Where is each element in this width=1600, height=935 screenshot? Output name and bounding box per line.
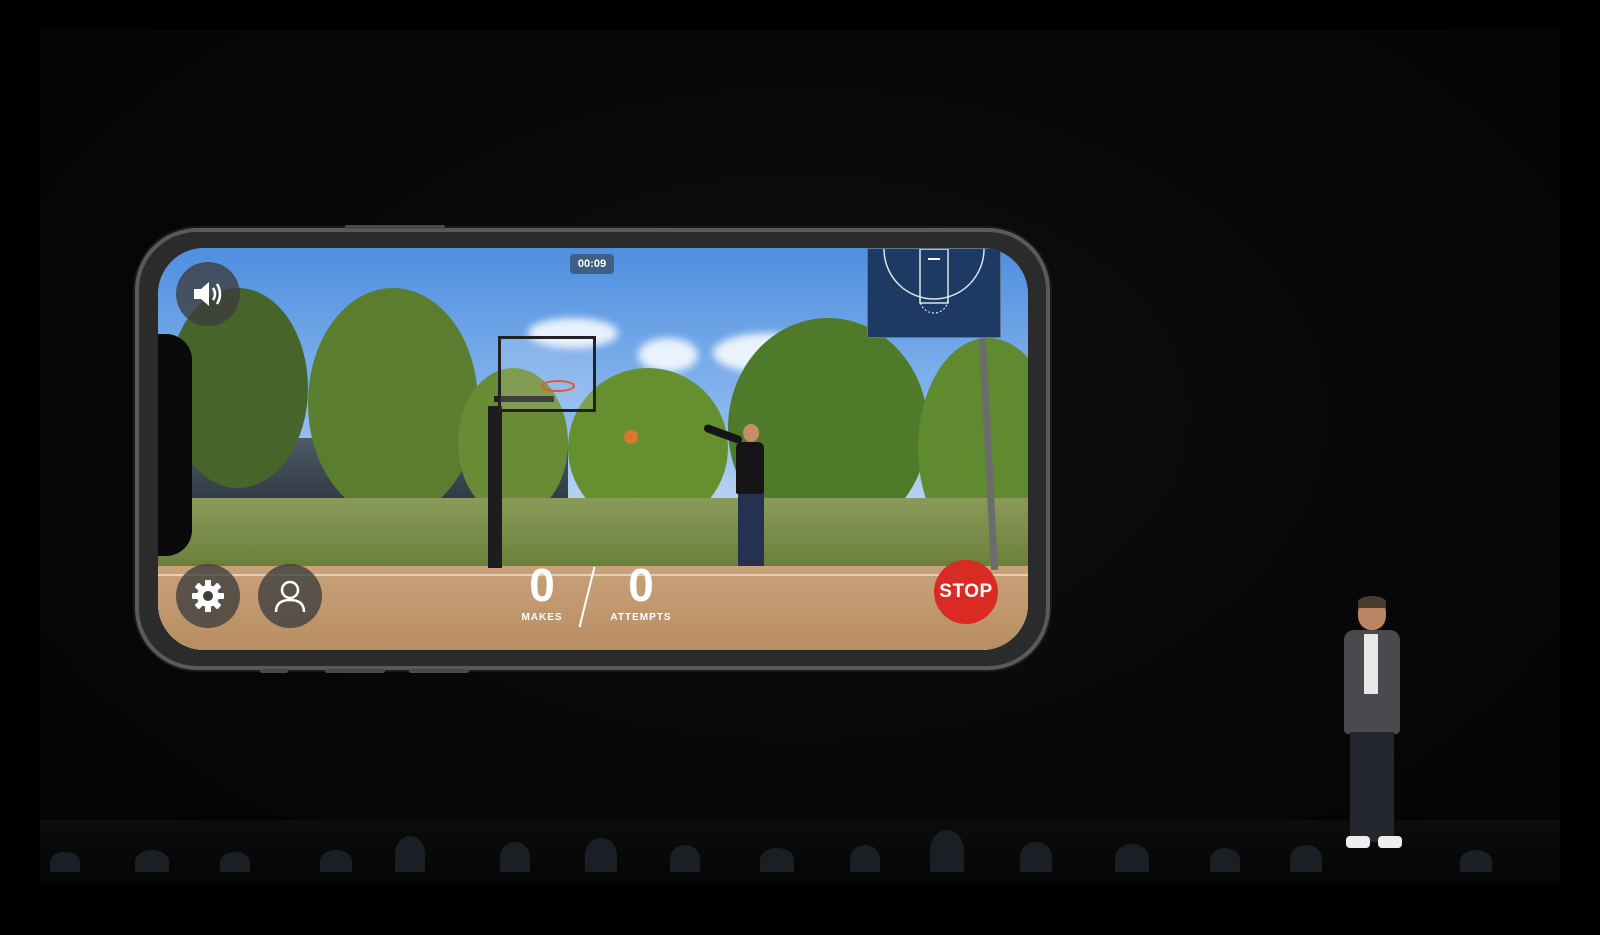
player-head: [743, 424, 759, 442]
audience-head: [585, 838, 617, 872]
court-minimap: [867, 248, 1001, 338]
audience-head: [395, 836, 425, 872]
audience-head: [135, 850, 169, 872]
attempts-value: 0: [628, 559, 654, 611]
speaker-icon: [194, 282, 222, 306]
stop-button[interactable]: STOP: [934, 560, 998, 624]
makes-counter: 0 MAKES: [516, 562, 568, 623]
court-minimap-icon: [883, 249, 985, 314]
phone-side-button: [409, 669, 469, 673]
game-timer: 00:09: [570, 254, 614, 274]
presenter-shoe: [1378, 836, 1402, 848]
tree: [308, 288, 478, 518]
profile-button[interactable]: [258, 564, 322, 628]
audience-head: [1460, 850, 1492, 872]
user-icon: [274, 580, 306, 613]
hoop-pole: [488, 406, 502, 568]
sound-button[interactable]: [176, 262, 240, 326]
audience-head: [1210, 848, 1240, 872]
settings-button[interactable]: [176, 564, 240, 628]
cloud: [638, 338, 698, 372]
basketball: [624, 430, 638, 444]
audience-head: [1115, 844, 1149, 872]
phone-side-button: [345, 225, 445, 229]
phone-notch: [158, 334, 192, 556]
audience-head: [50, 852, 80, 872]
presenter-legs: [1350, 732, 1394, 842]
audience-head: [850, 845, 880, 872]
player-body: [736, 442, 764, 494]
attempts-counter: 0 ATTEMPTS: [606, 562, 676, 623]
shrubs: [158, 498, 1028, 568]
gear-icon: [192, 580, 224, 612]
makes-label: MAKES: [521, 612, 563, 623]
audience-head: [320, 850, 352, 872]
phone-side-button: [325, 669, 385, 673]
presenter-shoe: [1346, 836, 1370, 848]
rim: [541, 380, 575, 392]
backboard: [498, 336, 596, 412]
makes-value: 0: [529, 559, 555, 611]
keynote-stage: 00:09 0 MAKES 0 ATTEMPTS STOP: [40, 30, 1560, 885]
game-screen: 00:09 0 MAKES 0 ATTEMPTS STOP: [158, 248, 1028, 650]
audience-head: [670, 845, 700, 872]
audience-head: [220, 852, 250, 872]
presenter: [1330, 596, 1420, 858]
presenter-hair: [1358, 596, 1386, 608]
attempts-label: ATTEMPTS: [610, 612, 672, 623]
audience-head: [1290, 845, 1322, 872]
presenter-shirt: [1364, 634, 1378, 694]
phone-side-button: [260, 669, 288, 673]
player-legs: [738, 494, 764, 566]
audience-head: [930, 830, 964, 872]
audience-head: [760, 848, 794, 872]
audience-head: [1020, 842, 1052, 872]
audience-head: [500, 842, 530, 872]
phone-device: 00:09 0 MAKES 0 ATTEMPTS STOP: [135, 225, 1050, 673]
